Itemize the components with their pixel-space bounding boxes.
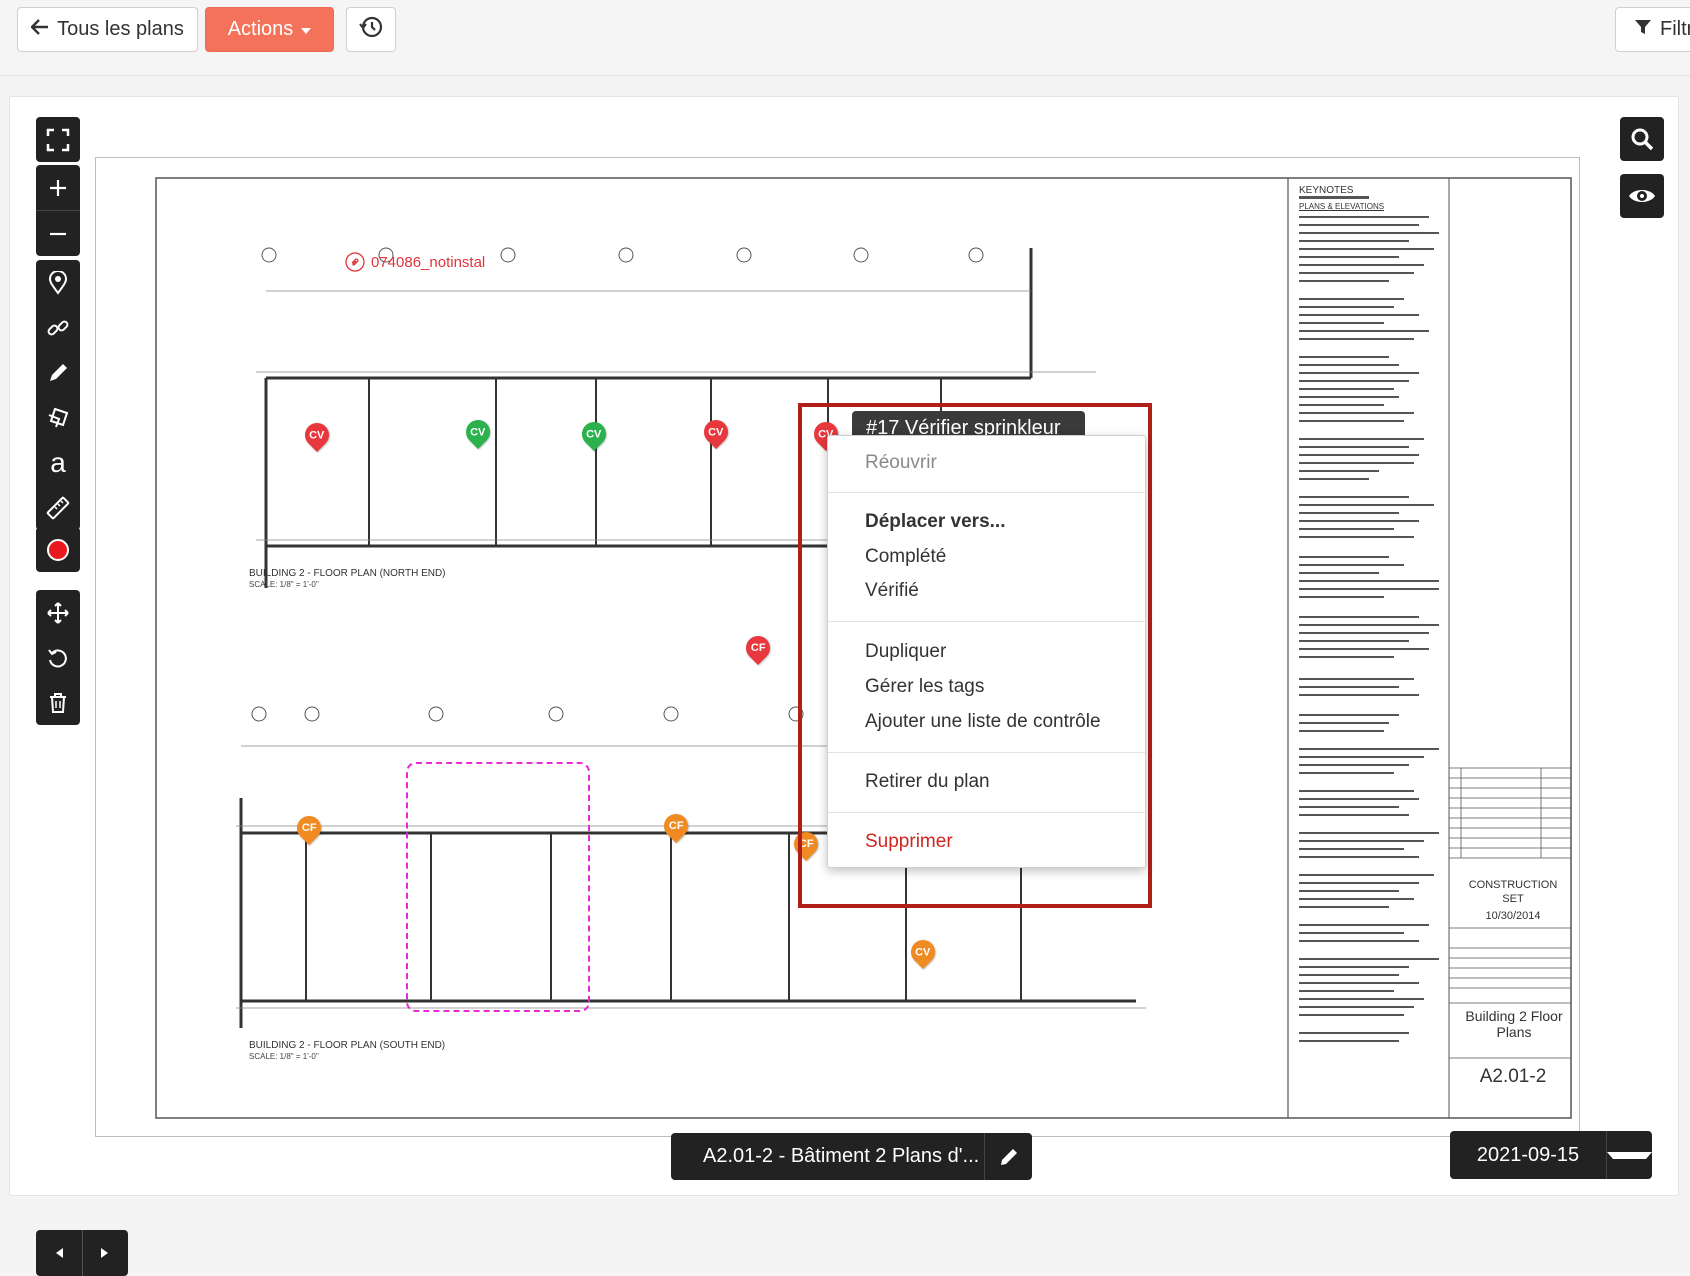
sheet-number: A2.01-2: [1479, 1066, 1547, 1087]
revision-cloud-markup[interactable]: [406, 762, 590, 1012]
arrow-left-icon: [30, 18, 49, 41]
plus-icon: [50, 179, 66, 196]
plans-elevations-heading: PLANS & ELEVATIONS: [1299, 202, 1385, 211]
search-button[interactable]: [1620, 117, 1664, 161]
fullscreen-tool-group: [36, 117, 80, 162]
map-pin-icon: [48, 270, 68, 295]
menu-item-duplicate[interactable]: Dupliquer: [865, 641, 946, 663]
top-toolbar: Tous les plans Actions Filtr: [0, 0, 1690, 76]
visibility-button[interactable]: [1620, 174, 1664, 218]
filter-label: Filtr: [1660, 18, 1690, 40]
north-plan-scale: SCALE: 1/8" = 1'-0": [249, 580, 319, 589]
menu-item-move-to[interactable]: Déplacer vers...: [865, 511, 1005, 533]
back-label: Tous les plans: [57, 18, 184, 40]
edit-tool-group: [36, 590, 80, 725]
shapes-tool-button[interactable]: [36, 395, 80, 440]
pencil-icon: [50, 363, 67, 381]
paperclip-icon: [345, 252, 365, 272]
menu-item-reopen[interactable]: Réouvrir: [865, 452, 937, 474]
triangle-left-icon: [55, 1248, 63, 1258]
delete-tool-button[interactable]: [36, 680, 80, 725]
menu-item-remove-from-plan[interactable]: Retirer du plan: [865, 771, 990, 793]
triangle-right-icon: [101, 1248, 109, 1258]
menu-item-completed[interactable]: Complété: [865, 546, 946, 568]
zoom-tool-group: [36, 165, 80, 256]
text-tool-button[interactable]: a: [36, 440, 80, 485]
expand-icon: [46, 128, 70, 151]
menu-item-delete[interactable]: Supprimer: [865, 831, 953, 853]
fullscreen-button[interactable]: [36, 117, 80, 162]
color-tool-group: [36, 527, 80, 572]
text-a-icon: a: [50, 446, 66, 478]
actions-label: Actions: [227, 18, 294, 40]
search-icon: [1631, 128, 1654, 151]
zoom-out-button[interactable]: [36, 211, 80, 256]
measure-tool-button[interactable]: [36, 485, 80, 530]
shapes-icon: [48, 407, 69, 427]
undo-button[interactable]: [36, 635, 80, 680]
south-plan-title: BUILDING 2 - FLOOR PLAN (SOUTH END): [249, 1040, 446, 1051]
back-to-all-plans-button[interactable]: Tous les plans: [17, 7, 198, 52]
markup-label-text: 074086_notinstal: [371, 253, 486, 271]
north-plan-title: BUILDING 2 - FLOOR PLAN (NORTH END): [249, 568, 446, 579]
menu-item-add-checklist[interactable]: Ajouter une liste de contrôle: [865, 711, 1101, 733]
plan-name: A2.01-2 - Bâtiment 2 Plans d'...: [703, 1145, 980, 1167]
keynotes-title: KEYNOTES: [1299, 185, 1354, 196]
caret-down-icon: [301, 28, 312, 34]
menu-item-manage-tags[interactable]: Gérer les tags: [865, 676, 984, 698]
filter-button[interactable]: Filtr: [1615, 7, 1690, 52]
link-tool-button[interactable]: [36, 305, 80, 350]
plan-version-selector[interactable]: 2021-09-15: [1450, 1131, 1652, 1179]
menu-item-verified[interactable]: Vérifié: [865, 580, 919, 602]
caret-down-icon: [1607, 1151, 1652, 1159]
history-button[interactable]: [346, 7, 396, 52]
construction-set-label: CONSTRUCTION SET: [1468, 879, 1558, 905]
filter-icon: [1634, 18, 1652, 42]
sheet-title: Building 2 Floor Plans: [1465, 1008, 1563, 1040]
ruler-icon: [46, 496, 70, 519]
pin-context-menu: Réouvrir Déplacer vers... Complété Vérif…: [827, 435, 1146, 868]
page-navigation: [36, 1230, 128, 1276]
next-page-button[interactable]: [82, 1230, 128, 1276]
move-tool-button[interactable]: [36, 590, 80, 635]
previous-page-button[interactable]: [36, 1230, 82, 1276]
markup-tool-group: a: [36, 260, 80, 530]
history-icon: [358, 14, 384, 46]
move-arrows-icon: [47, 601, 69, 624]
zoom-in-button[interactable]: [36, 165, 80, 210]
south-plan-scale: SCALE: 1/8" = 1'-0": [249, 1052, 319, 1061]
trash-icon: [50, 692, 66, 713]
attachment-markup[interactable]: 074086_notinstal: [345, 252, 485, 272]
pencil-icon: [1000, 1148, 1017, 1165]
minus-icon: [50, 232, 66, 235]
pen-tool-button[interactable]: [36, 350, 80, 395]
actions-button[interactable]: Actions: [205, 7, 334, 52]
edit-plan-name-button[interactable]: [984, 1133, 1032, 1180]
red-color-swatch: [47, 538, 69, 561]
plan-name-bar[interactable]: A2.01-2 - Bâtiment 2 Plans d'...: [671, 1133, 1032, 1180]
eye-icon: [1629, 190, 1655, 202]
set-date: 10/30/2014: [1485, 910, 1541, 922]
version-dropdown-button[interactable]: [1606, 1131, 1652, 1179]
color-picker-button[interactable]: [36, 527, 80, 572]
plan-version-date: 2021-09-15: [1476, 1143, 1580, 1166]
pin-tool-button[interactable]: [36, 260, 80, 305]
link-icon: [47, 320, 69, 335]
undo-icon: [48, 648, 67, 667]
